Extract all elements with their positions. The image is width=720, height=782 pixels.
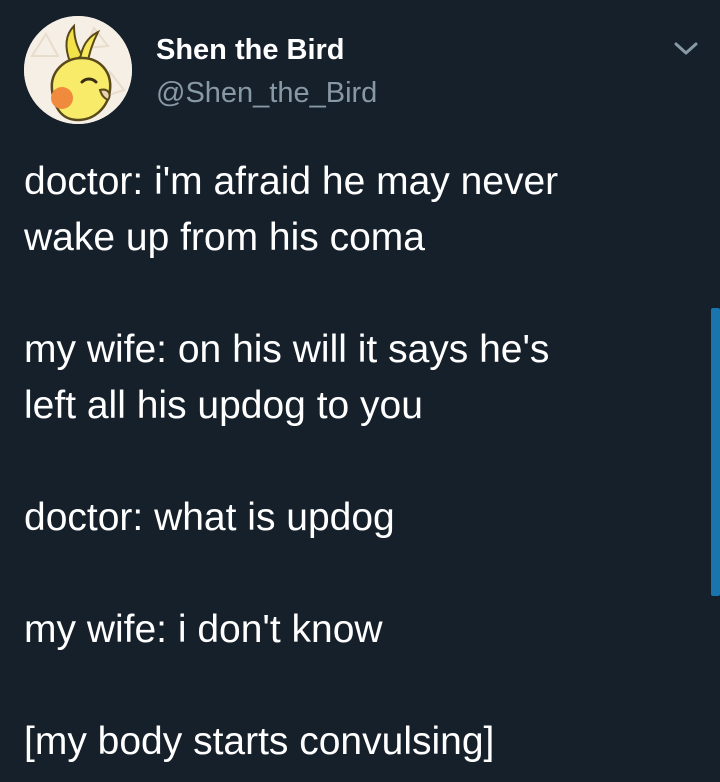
tweet-line-break bbox=[24, 658, 694, 714]
tweet-line-break bbox=[24, 434, 694, 490]
tweet-text: doctor: i'm afraid he may never wake up … bbox=[24, 154, 694, 770]
tweet-line: doctor: i'm afraid he may never bbox=[24, 160, 559, 203]
tweet-line-break bbox=[24, 546, 694, 602]
tweet-menu-button[interactable] bbox=[668, 30, 704, 66]
tweet-line: wake up from his coma bbox=[24, 216, 425, 259]
tweet-line: [my body starts convulsing] bbox=[24, 720, 495, 763]
author-display-name[interactable]: Shen the Bird bbox=[156, 34, 345, 67]
tweet-card: Shen the Bird @Shen_the_Bird doctor: i'm… bbox=[0, 0, 720, 782]
tweet-line: my wife: i don't know bbox=[24, 608, 383, 651]
author-handle[interactable]: @Shen_the_Bird bbox=[156, 77, 377, 110]
scrollbar-thumb[interactable] bbox=[711, 308, 720, 596]
tweet-line-break bbox=[24, 266, 694, 322]
avatar[interactable] bbox=[24, 16, 132, 124]
tweet-line: left all his updog to you bbox=[24, 384, 423, 427]
tweet-line: doctor: what is updog bbox=[24, 496, 395, 539]
tweet-line: my wife: on his will it says he's bbox=[24, 328, 550, 371]
cockatiel-avatar-icon bbox=[24, 16, 132, 124]
chevron-down-icon bbox=[674, 42, 698, 55]
